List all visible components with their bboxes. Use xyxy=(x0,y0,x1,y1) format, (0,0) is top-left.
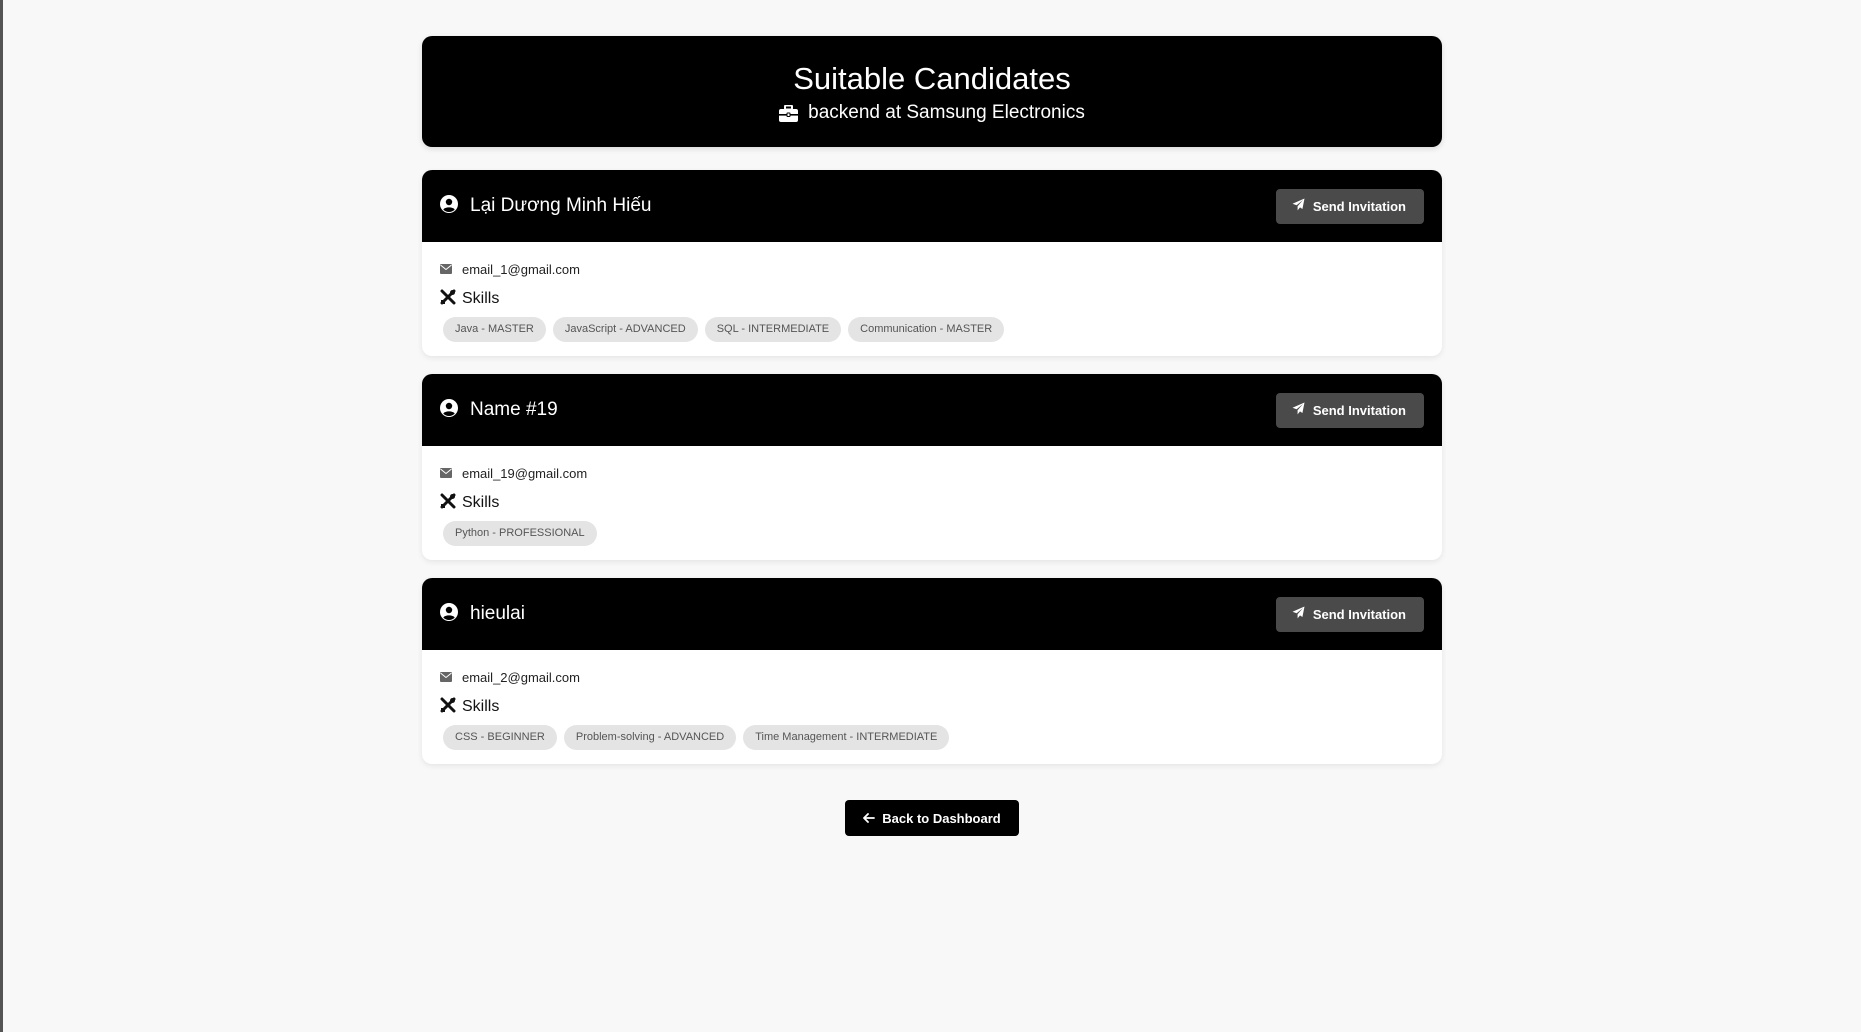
skill-chip: Communication - MASTER xyxy=(848,317,1005,342)
skill-chip: Java - MASTER xyxy=(443,317,546,342)
skill-chip: Problem-solving - ADVANCED xyxy=(563,725,737,750)
skill-chip: Time Management - INTERMEDIATE xyxy=(743,725,950,750)
skills-list: Python - PROFESSIONAL xyxy=(440,521,1424,546)
candidate-card-body: email_2@gmail.com Skills CSS - BEGINNER … xyxy=(422,650,1442,764)
back-to-dashboard-label: Back to Dashboard xyxy=(882,810,1001,826)
envelope-icon xyxy=(440,466,452,481)
skills-label: Skills xyxy=(462,698,500,715)
envelope-icon xyxy=(440,262,452,277)
candidate-name: Lại Dương Minh Hiếu xyxy=(470,195,652,216)
page-title: Suitable Candidates xyxy=(793,61,1071,96)
email-row: email_19@gmail.com xyxy=(440,464,1424,482)
skill-chip: CSS - BEGINNER xyxy=(443,725,557,750)
tools-icon xyxy=(440,289,456,310)
send-invitation-button[interactable]: Send Invitation xyxy=(1275,596,1424,632)
candidate-card: hieulai Send Invitation email_2@gmail.co… xyxy=(422,578,1442,764)
skills-label: Skills xyxy=(462,494,500,511)
user-circle-icon xyxy=(440,398,458,422)
send-invitation-button[interactable]: Send Invitation xyxy=(1275,392,1424,428)
skills-heading: Skills xyxy=(440,696,1424,718)
candidate-card: Name #19 Send Invitation email_19@gmail.… xyxy=(422,374,1442,560)
job-subtitle-text: backend at Samsung Electronics xyxy=(808,102,1085,123)
window-edge xyxy=(0,0,3,1032)
candidate-card-header: Lại Dương Minh Hiếu Send Invitation xyxy=(422,170,1442,242)
candidate-email: email_2@gmail.com xyxy=(462,669,580,685)
send-invitation-label: Send Invitation xyxy=(1312,198,1406,214)
candidate-email: email_19@gmail.com xyxy=(462,465,588,481)
candidate-card-header: hieulai Send Invitation xyxy=(422,578,1442,650)
envelope-icon xyxy=(440,670,452,685)
email-row: email_2@gmail.com xyxy=(440,668,1424,686)
user-circle-icon xyxy=(440,194,458,218)
job-subtitle: backend at Samsung Electronics xyxy=(422,100,1442,126)
page-header: Suitable Candidates backend at Samsung E… xyxy=(422,36,1442,147)
tools-icon xyxy=(440,493,456,514)
paper-plane-icon xyxy=(1292,606,1305,622)
candidate-card: Lại Dương Minh Hiếu Send Invitation emai… xyxy=(422,170,1442,356)
skills-heading: Skills xyxy=(440,288,1424,310)
skills-list: CSS - BEGINNER Problem-solving - ADVANCE… xyxy=(440,725,1424,750)
main-container: Suitable Candidates backend at Samsung E… xyxy=(422,36,1442,836)
send-invitation-label: Send Invitation xyxy=(1312,606,1406,622)
paper-plane-icon xyxy=(1292,402,1305,418)
arrow-left-icon xyxy=(863,811,876,826)
skills-list: Java - MASTER JavaScript - ADVANCED SQL … xyxy=(440,317,1424,342)
candidate-name: hieulai xyxy=(470,603,525,624)
skills-heading: Skills xyxy=(440,492,1424,514)
send-invitation-label: Send Invitation xyxy=(1312,402,1406,418)
candidate-card-body: email_19@gmail.com Skills Python - PROFE… xyxy=(422,446,1442,560)
skill-chip: Python - PROFESSIONAL xyxy=(443,521,597,546)
paper-plane-icon xyxy=(1292,198,1305,214)
user-circle-icon xyxy=(440,602,458,626)
candidate-name: Name #19 xyxy=(470,399,558,420)
skills-label: Skills xyxy=(462,290,500,307)
send-invitation-button[interactable]: Send Invitation xyxy=(1275,188,1424,224)
email-row: email_1@gmail.com xyxy=(440,260,1424,278)
candidate-email: email_1@gmail.com xyxy=(462,261,580,277)
candidate-card-header: Name #19 Send Invitation xyxy=(422,374,1442,446)
tools-icon xyxy=(440,697,456,718)
candidate-card-body: email_1@gmail.com Skills Java - MASTER J… xyxy=(422,242,1442,356)
briefcase-icon xyxy=(779,104,799,122)
back-to-dashboard-button[interactable]: Back to Dashboard xyxy=(845,800,1019,836)
skill-chip: SQL - INTERMEDIATE xyxy=(704,317,842,342)
skill-chip: JavaScript - ADVANCED xyxy=(552,317,698,342)
